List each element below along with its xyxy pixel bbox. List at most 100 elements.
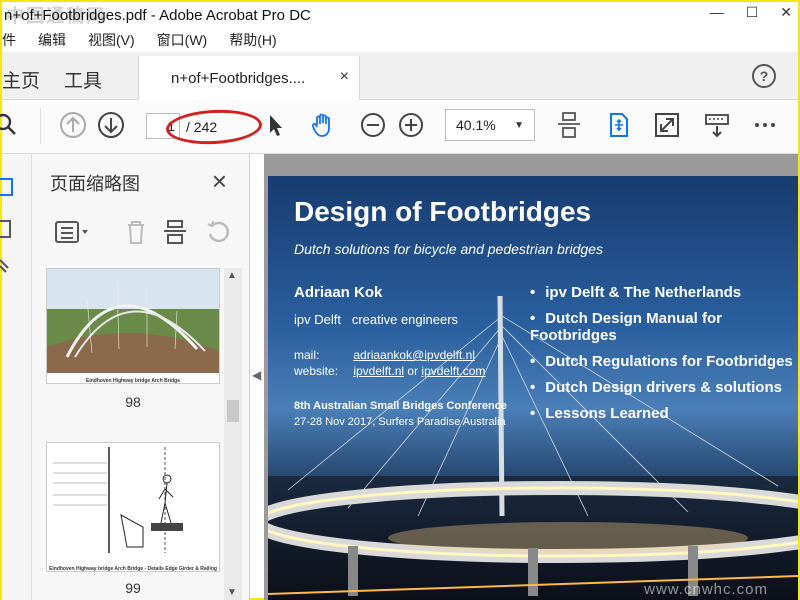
fit-page-icon [610,113,628,137]
more-dots-icon [755,123,775,127]
thumbnail-caption-98: Eindhoven Highway bridge Arch Bridge [86,378,180,384]
trash-icon[interactable] [122,218,150,246]
bullet-item: Dutch Regulations for Footbridges [530,353,798,370]
sidebar-title: 页面缩略图 [50,174,140,194]
maximize-button[interactable]: ☐ [746,4,759,21]
extract-pages-icon[interactable] [162,218,190,246]
minus-circle-icon [361,113,385,137]
tab-tools[interactable]: 工具 [64,66,102,93]
document-view[interactable]: Design of Footbridges Dutch solutions fo… [264,154,798,600]
tab-bar: 主页 工具 n+of+Footbridges.... × ? [2,52,798,100]
mail-line: mail: adriaankok@ipvdelft.nl [294,348,475,362]
window-title: n+of+Footbridges.pdf - Adobe Acrobat Pro… [4,6,311,24]
tab-document-label: n+of+Footbridges.... [171,69,306,87]
zoom-value: 40.1% [456,117,496,133]
menu-file[interactable]: 件 [2,30,16,50]
company-line: ipv Delft creative engineers [294,312,458,327]
hand-icon [312,113,330,137]
company-name: ipv Delft [294,312,341,327]
toolbar-divider [40,108,41,144]
fit-page-button[interactable] [604,110,634,140]
thumbnail-page-99[interactable]: Eindhoven Highway bridge Arch Bridge - D… [46,442,220,572]
sidebar-toolbar [50,216,240,250]
bookmarks-panel-icon[interactable] [0,218,18,240]
zoom-in-button[interactable] [396,110,426,140]
bullet-item: Lessons Learned [530,405,798,422]
arrow-up-circle-icon [60,112,86,138]
thumbnail-image-98 [47,269,219,373]
thumbnail-caption-99: Eindhoven Highway bridge Arch Bridge - D… [49,566,217,572]
more-options-button[interactable] [750,110,780,140]
toolbar: 1 / 242 40.1% ▼ [0,100,798,154]
mail-link[interactable]: adriaankok@ipvdelft.nl [353,348,475,362]
arrow-down-circle-icon [98,112,124,138]
pdf-page: Design of Footbridges Dutch solutions fo… [268,176,798,600]
plus-circle-icon [399,113,423,137]
title-bar: 中国通稿网 n+of+Footbridges.pdf - Adobe Acrob… [2,2,798,28]
search-icon [0,113,16,135]
cursor-arrow-icon [270,115,282,136]
mail-label: mail: [294,348,320,362]
sidebar-close-button[interactable]: × [212,166,227,197]
website-line: website: ipvdelft.nl or ipvdelft.com [294,364,485,378]
bullet-item: Dutch Design drivers & solutions [530,379,798,396]
conference-name: 8th Australian Small Bridges Conference [294,400,507,412]
thumbnail-image-99 [47,443,219,561]
scroll-mode-button[interactable] [554,110,584,140]
thumbnail-list: Eindhoven Highway bridge Arch Bridge 98 … [40,268,234,600]
next-page-button[interactable] [96,110,126,140]
author-name: Adriaan Kok [294,284,383,301]
chevron-up-icon[interactable]: ▲ [227,270,237,281]
website-link-2[interactable]: ipvdelft.com [421,364,485,378]
window-controls: — ☐ ✕ [710,4,792,21]
website-or: or [407,364,419,378]
tab-close-button[interactable]: × [340,68,349,86]
bullet-item: Dutch Design Manual for Footbridges [530,310,798,344]
select-tool-button[interactable] [260,110,290,140]
zoom-out-button[interactable] [358,110,388,140]
help-button[interactable]: ? [752,64,776,88]
menu-edit[interactable]: 编辑 [38,30,66,50]
slide-subtitle: Dutch solutions for bicycle and pedestri… [294,241,603,257]
website-label: website: [294,364,339,378]
conference-date: 27-28 Nov 2017, Surfers Paradise Austral… [294,416,506,428]
close-window-button[interactable]: ✕ [780,4,792,21]
thumbnails-panel-icon[interactable] [0,176,18,198]
menu-help[interactable]: 帮助(H) [229,30,276,50]
thumbnail-page-98[interactable]: Eindhoven Highway bridge Arch Bridge [46,268,220,384]
website-link-1[interactable]: ipvdelft.nl [353,364,404,378]
slide-title: Design of Footbridges [294,196,592,227]
menu-window[interactable]: 窗口(W) [157,30,208,50]
keyboard-down-icon [705,114,729,138]
menu-bar: 件 编辑 视图(V) 窗口(W) 帮助(H) [2,28,798,52]
hand-tool-button[interactable] [308,110,338,140]
collapse-sidebar-handle[interactable]: ◀ [252,368,264,398]
tab-document[interactable]: n+of+Footbridges.... × [138,56,360,100]
attachment-panel-icon[interactable] [0,254,18,276]
thumbnail-label-98: 98 [125,394,141,410]
thumbnail-label-99: 99 [125,580,141,596]
prev-page-button[interactable] [58,110,88,140]
chevron-down-icon: ▼ [514,120,524,131]
rotate-icon[interactable] [204,218,232,246]
full-screen-button[interactable] [652,110,682,140]
slide-bullets: ipv Delft & The Netherlands Dutch Design… [530,284,798,431]
search-button[interactable] [0,110,22,140]
tab-home[interactable]: 主页 [2,66,40,93]
left-panel-strip [0,154,32,600]
scrollbar-thumb[interactable] [227,400,239,422]
zoom-select[interactable]: 40.1% ▼ [445,109,535,141]
bullet-item: ipv Delft & The Netherlands [530,284,798,301]
sidebar-scrollbar[interactable]: ▲ ▼ [224,268,242,600]
menu-view[interactable]: 视图(V) [88,30,135,50]
company-tagline: creative engineers [351,312,459,327]
chevron-down-icon[interactable]: ▼ [227,587,237,598]
help-icon: ? [759,68,769,84]
thumbnail-options-icon[interactable] [54,218,94,246]
minimize-button[interactable]: — [710,4,724,21]
read-mode-button[interactable] [702,110,732,140]
watermark-text: www.cnwhc.com [644,581,768,598]
thumbnails-sidebar: 页面缩略图 × Eindhoven Highway bridge Arch Br… [32,154,250,600]
page-fit-width-icon [558,112,580,138]
expand-icon [655,113,679,137]
